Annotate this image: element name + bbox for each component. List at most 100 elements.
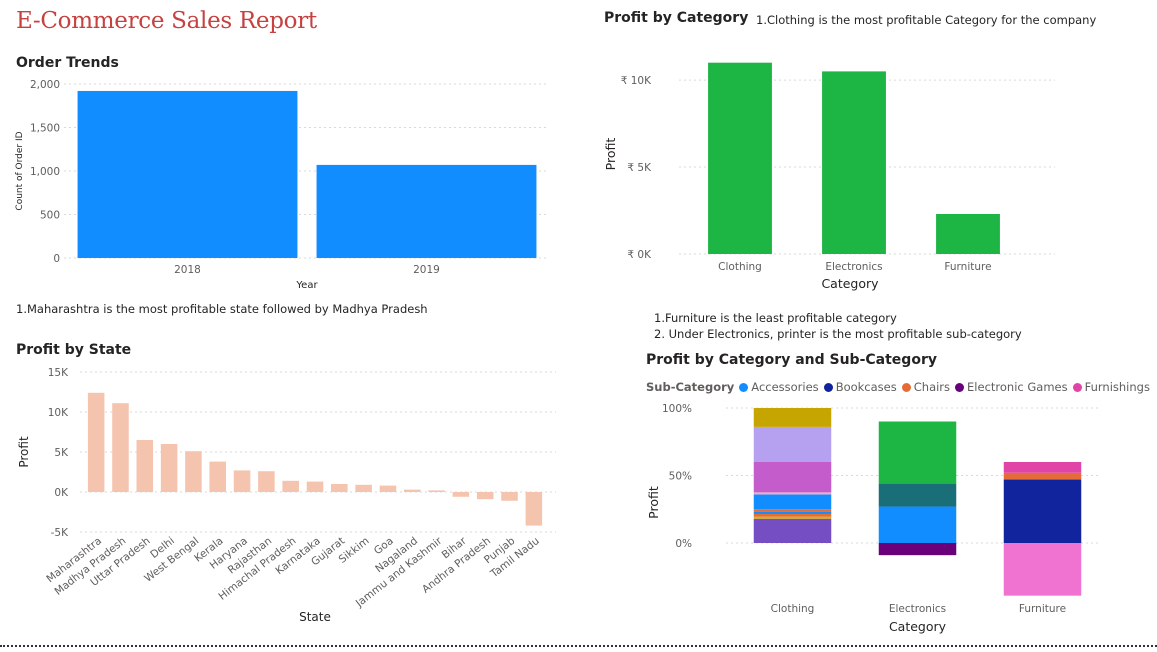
legend-label: Chairs xyxy=(913,380,951,394)
bar-segment-clothing[interactable] xyxy=(753,408,832,427)
order-trends-chart[interactable]: 0 500 1,000 1,500 2,000 Count of Order ID 2018… xyxy=(0,72,570,297)
bar-kerala[interactable] xyxy=(209,461,227,492)
bar-nagaland[interactable] xyxy=(403,489,421,492)
x-tick-label: Furniture xyxy=(944,261,991,273)
x-tick-label: Clothing xyxy=(718,261,762,273)
legend-title: Sub-Category xyxy=(646,380,735,394)
bar-punjab[interactable] xyxy=(501,492,518,501)
bar-jammu-and-kashmir[interactable] xyxy=(428,490,445,492)
y-tick-label: -5K xyxy=(51,527,69,539)
bar-clothing[interactable] xyxy=(708,62,772,255)
y-axis-title: Profit xyxy=(17,436,31,468)
bar-segment-clothing[interactable] xyxy=(753,518,832,543)
bar-segment-furniture[interactable] xyxy=(1003,543,1082,596)
bar-haryana[interactable] xyxy=(233,470,251,492)
y-axis-title: Profit xyxy=(646,486,661,519)
bar-rajasthan[interactable] xyxy=(258,471,275,492)
legend-item-bookcases[interactable]: Bookcases xyxy=(823,380,897,394)
x-axis-title: State xyxy=(299,610,331,624)
state-insight-note: 1.Maharashtra is the most profitable sta… xyxy=(16,302,428,316)
bar-segment-electronics[interactable] xyxy=(878,543,957,556)
legend-label: Accessories xyxy=(751,380,819,394)
y-tick-label: 15K xyxy=(48,367,69,379)
y-tick-label: 1,500 xyxy=(30,123,60,135)
legend-item-electronic-games[interactable]: Electronic Games xyxy=(955,380,1068,394)
bar-bihar[interactable] xyxy=(452,492,470,497)
bar-segment-furniture[interactable] xyxy=(1003,472,1082,480)
category-insight-note: 1.Clothing is the most profitable Catego… xyxy=(756,13,1097,27)
bar-sikkim[interactable] xyxy=(355,484,372,492)
bar-electronics[interactable] xyxy=(822,71,886,255)
bar-segment-clothing[interactable] xyxy=(753,511,832,514)
bar-segment-furniture[interactable] xyxy=(1003,479,1082,543)
y-tick-label: 0K xyxy=(54,487,69,499)
legend-label: Furnishings xyxy=(1084,380,1150,394)
x-tick-label: 2019 xyxy=(413,264,440,276)
bar-segment-electronics[interactable] xyxy=(878,506,957,543)
bar-2019[interactable] xyxy=(316,164,537,258)
bar-maharashtra[interactable] xyxy=(87,392,105,492)
subcategory-legend: Sub-Category Accessories Bookcases Chair… xyxy=(646,380,1157,394)
y-axis-title: Count of Order ID xyxy=(15,131,25,210)
bar-segment-clothing[interactable] xyxy=(753,492,832,495)
profit-by-state-chart[interactable]: -5K0K5K10K15KProfitMaharashtraMadhya Pra… xyxy=(0,360,575,635)
legend-dot xyxy=(901,382,911,392)
bar-himachal-pradesh[interactable] xyxy=(282,480,299,492)
order-trends-title: Order Trends xyxy=(16,55,119,71)
bar-tamil-nadu[interactable] xyxy=(525,492,543,526)
profit-by-state-title: Profit by State xyxy=(16,342,132,358)
bar-segment-clothing[interactable] xyxy=(753,509,832,512)
report-bottom-border xyxy=(0,645,1157,647)
bar-furniture[interactable] xyxy=(936,214,1000,254)
bar-madhya-pradesh[interactable] xyxy=(112,403,129,492)
legend-label: Bookcases xyxy=(835,380,897,394)
bar-segment-clothing[interactable] xyxy=(753,462,832,493)
bar-karnataka[interactable] xyxy=(306,481,324,492)
x-axis-title: Year xyxy=(295,280,318,291)
bar-goa[interactable] xyxy=(379,485,397,492)
bar-segment-clothing[interactable] xyxy=(753,494,832,510)
legend-dot xyxy=(739,382,749,392)
bar-segment-electronics[interactable] xyxy=(878,421,957,484)
legend-dot xyxy=(823,382,833,392)
y-tick-label: 5K xyxy=(54,447,69,459)
bar-segment-furniture[interactable] xyxy=(1003,462,1082,473)
x-tick-label: 2018 xyxy=(174,264,201,276)
legend-item-chairs[interactable]: Chairs xyxy=(901,380,951,394)
profit-by-category-title: Profit by Category xyxy=(604,10,749,26)
x-tick-label: Electronics xyxy=(889,603,946,615)
x-axis-title: Category xyxy=(821,276,879,291)
y-tick-label: 0 xyxy=(53,253,60,265)
bar-gujarat[interactable] xyxy=(331,484,348,492)
legend-item-furnishings[interactable]: Furnishings xyxy=(1072,380,1150,394)
y-tick-label: ₹ 10K xyxy=(621,75,652,87)
bar-segment-clothing[interactable] xyxy=(753,516,832,519)
y-tick-label: ₹ 0K xyxy=(627,249,652,261)
report-title: E-Commerce Sales Report xyxy=(16,8,317,34)
legend-dot xyxy=(955,382,965,392)
y-tick-label: 1,000 xyxy=(30,166,60,178)
profit-by-category-subcategory-chart[interactable]: 0% 50% 100% Profit Clothing Electronics Furnit… xyxy=(640,395,1100,640)
bar-west-bengal[interactable] xyxy=(185,451,202,492)
y-tick-label: ₹ 5K xyxy=(627,162,652,174)
legend-item-accessories[interactable]: Accessories xyxy=(739,380,819,394)
subcategory-insight-note-2: 2. Under Electronics, printer is the mos… xyxy=(654,327,1022,341)
x-axis-title: Category xyxy=(889,619,947,634)
bar-segment-clothing[interactable] xyxy=(753,513,832,517)
y-tick-label: 10K xyxy=(48,407,69,419)
bar-segment-clothing[interactable] xyxy=(753,426,832,462)
bar-segment-electronics[interactable] xyxy=(878,483,957,507)
bar-andhra-pradesh[interactable] xyxy=(476,492,494,500)
y-tick-label: 100% xyxy=(662,403,692,415)
y-tick-label: 50% xyxy=(669,471,692,483)
x-tick-label: Clothing xyxy=(771,603,815,615)
bar-delhi[interactable] xyxy=(160,444,178,492)
profit-by-category-chart[interactable]: ₹ 0K ₹ 5K ₹ 10K Profit Clothing Electronics Fu… xyxy=(595,40,1065,295)
y-tick-label: 2,000 xyxy=(30,79,60,91)
y-tick-label: 500 xyxy=(40,210,60,222)
legend-label: Electronic Games xyxy=(967,380,1068,394)
y-axis-title: Profit xyxy=(603,138,618,171)
x-tick-label: Furniture xyxy=(1019,603,1066,615)
bar-2018[interactable] xyxy=(77,90,298,259)
bar-uttar-pradesh[interactable] xyxy=(136,440,154,492)
